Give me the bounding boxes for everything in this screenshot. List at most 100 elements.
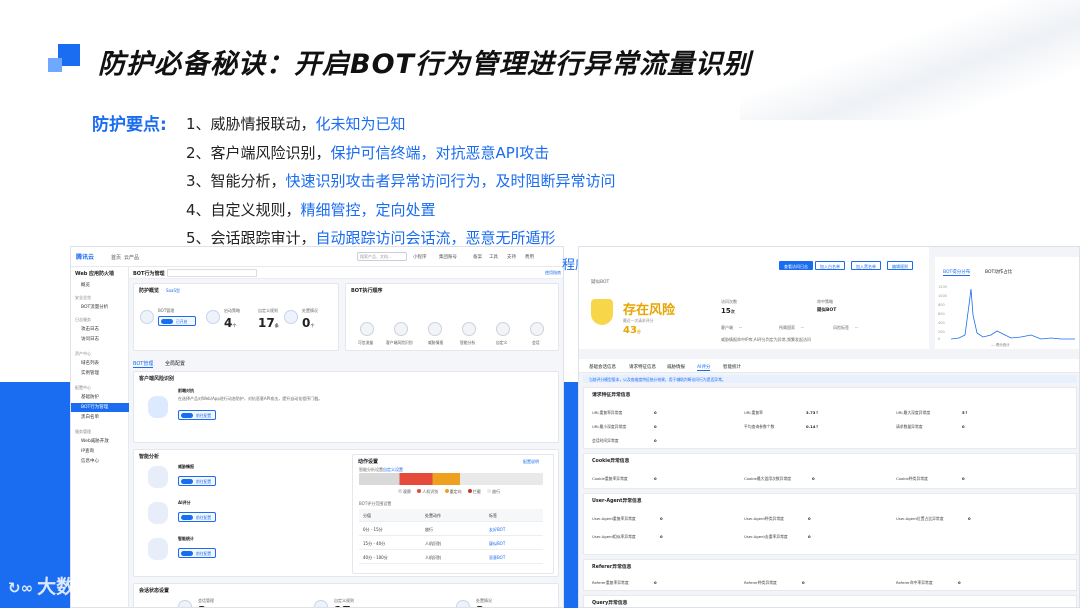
table-row: 0分 - 15分 放行 友好BOT <box>359 523 543 536</box>
threat-robot-icon <box>148 466 168 488</box>
axis-tick: 800 <box>938 303 945 307</box>
panel-title: 动作设置 <box>358 459 379 465</box>
card-title: BOT执行顺序 <box>351 288 383 294</box>
axis-tick: 1200 <box>938 285 947 289</box>
field-label: User-Agent相似率异常度 <box>592 534 636 539</box>
request-feature-section: 请求特征异常信息 URL重复率异常度 0 URL重复率 3.73↑ URL最大深… <box>583 387 1077 449</box>
nav-billing[interactable]: 费用 <box>525 254 534 260</box>
tab-smart-stats[interactable]: 智能统计 <box>723 364 741 370</box>
tab-threat-intel[interactable]: 威胁情报 <box>667 364 685 370</box>
cloud-logo: 腾讯云 <box>76 254 95 261</box>
console-main: BOT行为管理 使用指南 防护概览 SaaS型 BOT管理 已开启 启动策略 4… <box>129 267 563 607</box>
user-agent-section: User-Agent异常信息 User-Agent重复率异常度 0 User-A… <box>583 493 1077 555</box>
tab-session-info[interactable]: 基础会话信息 <box>589 364 616 370</box>
tab-request-features[interactable]: 请求特征信息 <box>629 364 656 370</box>
field-label: User-Agent去重率异常度 <box>744 534 788 539</box>
field-value: 0 <box>654 476 657 481</box>
nav-filing[interactable]: 备案 <box>473 254 482 260</box>
stat-value: 2个 <box>476 604 488 607</box>
nav-home[interactable]: 首页 <box>111 254 121 261</box>
session-icon <box>530 322 544 336</box>
field-value: 0 <box>958 580 961 585</box>
score-line <box>951 288 1075 340</box>
feature-name: 智能统计 <box>178 536 194 541</box>
metric-value: -- <box>801 325 804 330</box>
risk-shield-icon <box>591 299 613 325</box>
table-row: 40分 - 100分 人机识别 恶意BOT <box>359 551 543 564</box>
metric-label: 所属国家 <box>779 325 795 330</box>
flow-step: 威胁情报 <box>428 340 444 345</box>
panel-help-link[interactable]: 配置说明 <box>523 459 539 465</box>
flow-step: 智能分析 <box>460 340 476 345</box>
sidebar-item-attack-log[interactable]: 攻击日志 <box>71 325 129 334</box>
policy-icon <box>206 310 220 324</box>
sidebar-item-info-center[interactable]: 信息中心 <box>71 457 129 466</box>
field-label: User-Agent种类异常度 <box>744 516 784 521</box>
gear-icon <box>456 600 470 607</box>
smart-stats-switch[interactable]: 前往配置 <box>178 548 216 558</box>
metric-label: 客户端 <box>721 325 733 330</box>
custom-rule-icon <box>496 322 510 336</box>
console-header: BOT行为管理 使用指南 <box>129 267 563 279</box>
field-value: 5↑ <box>962 410 968 415</box>
metric-value: -- <box>855 325 858 330</box>
axis-tick: 1000 <box>938 294 947 298</box>
chart-tab-action[interactable]: BOT动作占比 <box>985 269 1012 275</box>
console-search-input[interactable]: 搜索产品、文档... <box>357 252 407 261</box>
action-settings-panel: 动作设置 配置说明 智能分析设置 自定义设置 观察 人机识别 重定向 拦截 放行… <box>352 454 554 574</box>
threat-intel-icon <box>428 322 442 336</box>
field-label: URL最小深度异常度 <box>592 424 627 429</box>
field-value: 0 <box>660 534 663 539</box>
nav-miniprogram[interactable]: 小程序 <box>413 254 427 260</box>
tab-ai-score[interactable]: AI评分 <box>697 364 711 371</box>
nav-products[interactable]: 云产品 <box>124 254 139 261</box>
flow-step: 可信流量 <box>358 340 374 345</box>
nav-account[interactable]: 集团账号 <box>439 254 457 260</box>
brand-logo-icon: ↻∞ <box>8 579 34 597</box>
bot-description: 威胁情报命中IP库,AI评分判定为异常,频繁发起访问 <box>721 337 812 342</box>
page-title: 防护必备秘诀：开启BOT行为管理进行异常流量识别 <box>98 49 751 80</box>
add-blacklist-button[interactable]: 加入黑名单 <box>851 261 881 270</box>
tab-global-config[interactable]: 全局配置 <box>165 360 185 367</box>
card-title: 客户端风险识别 <box>139 376 175 382</box>
guide-link[interactable]: 使用指南 <box>545 270 561 276</box>
field-value: 0 <box>654 580 657 585</box>
section-title: Referer异常信息 <box>592 565 632 570</box>
chart-legend: — 得分统计 <box>991 343 1010 347</box>
sidebar-item-bot-analysis[interactable]: BOT流量分析 <box>71 303 129 312</box>
axis-tick: 0 <box>938 337 941 341</box>
ai-score-switch[interactable]: 前往配置 <box>178 512 216 522</box>
sidebar-item-overview[interactable]: 概览 <box>71 281 129 290</box>
sidebar-item-basic-protection[interactable]: 基础防护 <box>71 393 129 402</box>
sidebar-item-access-log[interactable]: 访问日志 <box>71 335 129 344</box>
detail-tabs: 基础会话信息 请求特征信息 威胁情报 AI评分 智能统计 <box>579 359 1079 373</box>
document-icon <box>284 310 298 324</box>
bot-management-switch[interactable]: 已开启 <box>158 316 196 326</box>
point-item: 4、自定义规则，精细管控，定向处置 <box>186 200 436 219</box>
nav-tools[interactable]: 工具 <box>489 254 498 260</box>
chart-tab-score[interactable]: BOT得分分布 <box>943 269 971 276</box>
domain-select[interactable] <box>167 269 257 277</box>
risk-score: 43分 <box>623 325 641 336</box>
edit-rule-button[interactable]: 编辑规则 <box>887 261 913 270</box>
sidebar-item-web-threat[interactable]: Web威胁开放 <box>71 437 129 446</box>
add-whitelist-button[interactable]: 加入白名单 <box>815 261 845 270</box>
sidebar-group: 服务管理 <box>75 429 91 434</box>
tab-bot-management[interactable]: BOT管理 <box>133 360 154 368</box>
field-label: 会话时间异常度 <box>592 438 619 443</box>
threat-intel-switch[interactable]: 前往配置 <box>178 476 216 486</box>
nav-support[interactable]: 支持 <box>507 254 516 260</box>
risk-subtitle: 最近一次请求评分 <box>623 318 654 323</box>
sidebar-item-blackwhite-list[interactable]: 黑白名单 <box>71 413 129 422</box>
sidebar-item-domains[interactable]: 域名列表 <box>71 359 129 368</box>
saas-badge: SaaS型 <box>166 288 180 293</box>
stat-value: 2个 <box>198 604 210 607</box>
sidebar-item-bot-management[interactable]: BOT行为管理 <box>71 403 129 412</box>
point-item: 1、威胁情报联动，化未知为已知 <box>186 115 406 133</box>
action-legend: 观察 人机识别 重定向 拦截 放行 <box>393 489 500 495</box>
client-risk-switch[interactable]: 前往配置 <box>178 410 216 420</box>
sidebar-item-instances[interactable]: 实例管理 <box>71 369 129 378</box>
sidebar-item-ip-query[interactable]: IP查询 <box>71 447 129 456</box>
axis-tick: 400 <box>938 321 945 325</box>
view-log-button[interactable]: 查看访问日志 <box>779 261 813 270</box>
